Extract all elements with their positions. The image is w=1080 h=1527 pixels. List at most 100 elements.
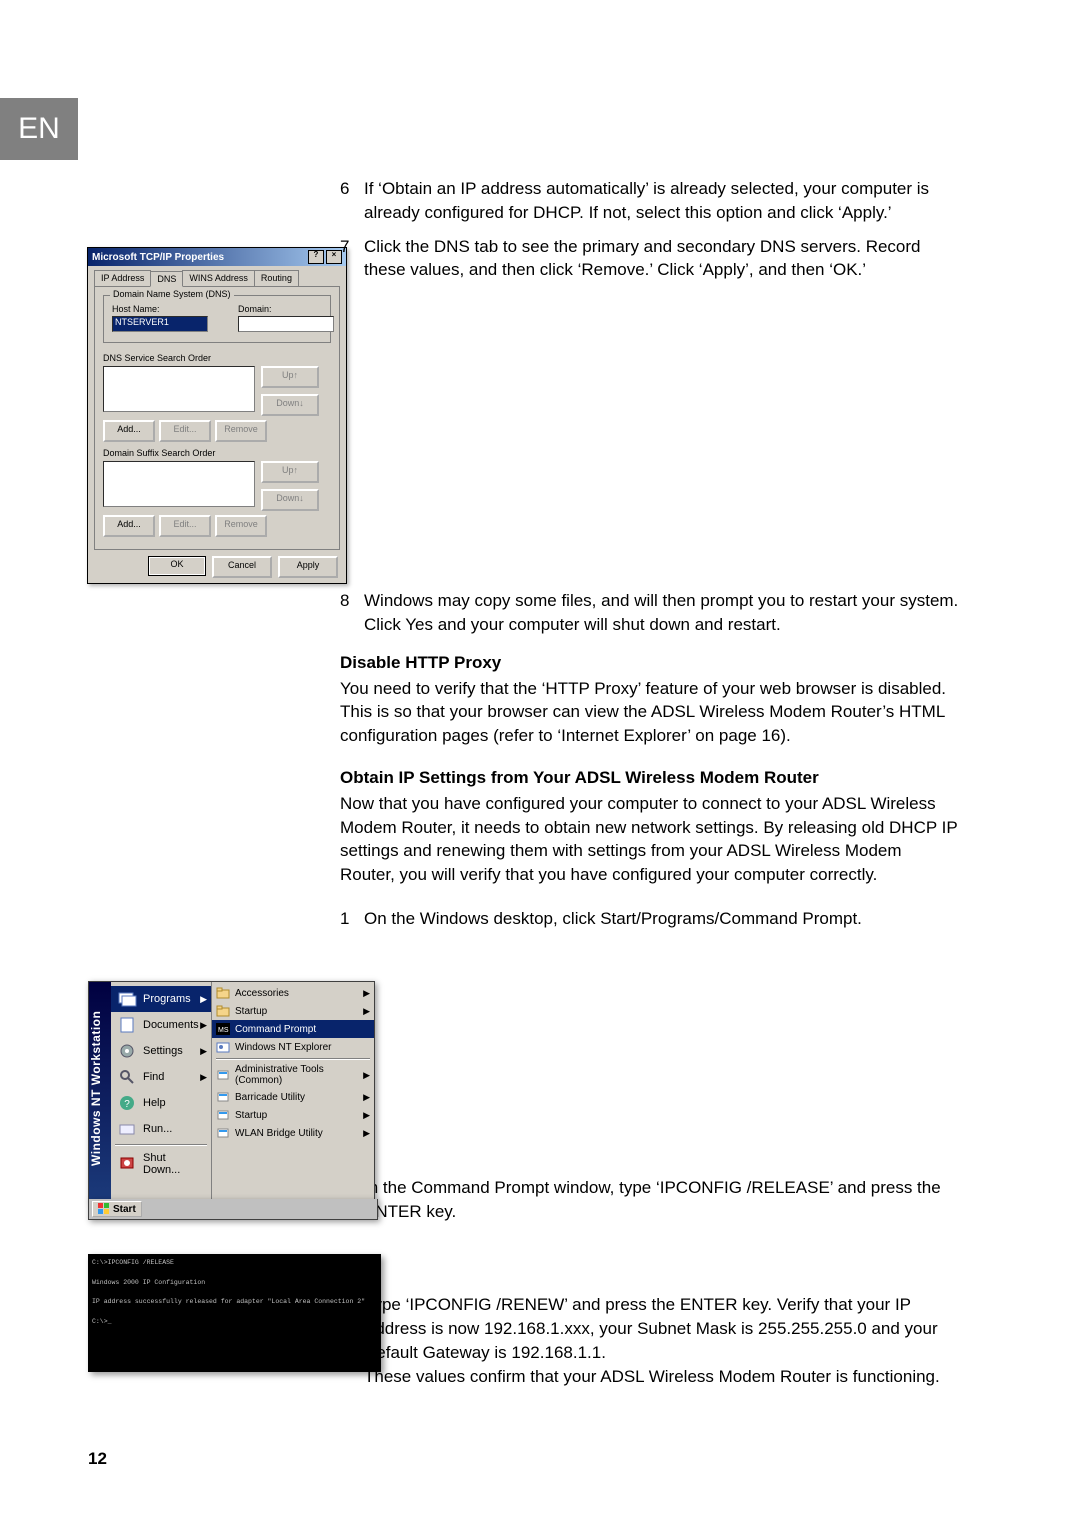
dns-remove-button[interactable]: Remove xyxy=(215,420,267,442)
dns-order-label: DNS Service Search Order xyxy=(103,353,331,363)
explorer-icon xyxy=(216,1040,230,1054)
menu-item-label: Programs xyxy=(143,993,191,1005)
start-menu-screenshot: Windows NT Workstation Programs▶Document… xyxy=(88,981,375,1201)
start-menu-item[interactable]: Programs▶ xyxy=(111,986,211,1012)
suffix-down-button[interactable]: Down↓ xyxy=(261,489,319,511)
start-menu-item[interactable]: Documents▶ xyxy=(111,1012,211,1038)
dns-down-button[interactable]: Down↓ xyxy=(261,394,319,416)
step-text: If ‘Obtain an IP address automatically’ … xyxy=(364,177,960,225)
start-button-label: Start xyxy=(113,1204,136,1215)
tab-dns[interactable]: DNS xyxy=(150,271,183,287)
submenu-arrow-icon: ▶ xyxy=(200,1020,207,1031)
start-menu-banner: Windows NT Workstation xyxy=(89,982,111,1200)
body-text-column: 6 If ‘Obtain an IP address automatically… xyxy=(340,177,960,1399)
language-tab: EN xyxy=(0,98,78,160)
step-text: On the Windows desktop, click Start/Prog… xyxy=(364,907,960,931)
menu-item-label: Shut Down... xyxy=(143,1152,205,1176)
step-b3: 3 Type ‘IPCONFIG /RENEW’ and press the E… xyxy=(340,1293,960,1388)
heading-disable-proxy: Disable HTTP Proxy xyxy=(340,651,960,675)
tab-panel-dns: Domain Name System (DNS) Host Name: NTSE… xyxy=(94,286,340,550)
menu-item-label: Administrative Tools (Common) xyxy=(235,1064,370,1086)
dns-edit-button[interactable]: Edit... xyxy=(159,420,211,442)
step-number: 8 xyxy=(340,589,364,637)
programs-submenu-item[interactable]: MSCommand Prompt xyxy=(212,1020,374,1038)
step-number: 1 xyxy=(340,907,364,931)
step-b2: 2 In the Command Prompt window, type ‘IP… xyxy=(340,1176,960,1224)
menu-item-label: Barricade Utility xyxy=(235,1092,305,1103)
menu-item-label: Windows NT Explorer xyxy=(235,1042,332,1053)
menu-item-label: Run... xyxy=(143,1123,172,1135)
suffix-up-button[interactable]: Up↑ xyxy=(261,461,319,483)
msdos-icon: MS xyxy=(216,1022,230,1036)
menu-separator xyxy=(115,1144,207,1146)
taskbar: Start xyxy=(88,1199,378,1220)
submenu-arrow-icon: ▶ xyxy=(363,1006,370,1017)
submenu-arrow-icon: ▶ xyxy=(200,1072,207,1083)
suffix-order-label: Domain Suffix Search Order xyxy=(103,448,331,458)
start-menu-item[interactable]: Settings▶ xyxy=(111,1038,211,1064)
suffix-add-button[interactable]: Add... xyxy=(103,515,155,537)
programs-submenu-item[interactable]: Accessories▶ xyxy=(212,984,374,1002)
svg-text:?: ? xyxy=(124,1099,130,1110)
cancel-button[interactable]: Cancel xyxy=(212,556,272,578)
step-6: 6 If ‘Obtain an IP address automatically… xyxy=(340,177,960,225)
command-prompt-screenshot: C:\>IPCONFIG /RELEASE Windows 2000 IP Co… xyxy=(88,1254,381,1372)
start-menu-item[interactable]: Run... xyxy=(111,1116,211,1142)
start-menu-col1: Programs▶Documents▶Settings▶Find▶?HelpRu… xyxy=(111,982,212,1200)
help-icon[interactable]: ? xyxy=(308,250,324,264)
start-menu-item[interactable]: ? Help xyxy=(111,1090,211,1116)
menu-item-label: WLAN Bridge Utility xyxy=(235,1128,323,1139)
dialog-footer: OK Cancel Apply xyxy=(88,556,346,586)
host-name-label: Host Name: xyxy=(112,304,208,314)
dialog-titlebar: Microsoft TCP/IP Properties ? × xyxy=(88,248,346,266)
programs-submenu-item[interactable]: Startup▶ xyxy=(212,1106,374,1124)
start-menu-col2: Accessories▶Startup▶MSCommand PromptWind… xyxy=(212,982,374,1200)
step-text: Type ‘IPCONFIG /RENEW’ and press the ENT… xyxy=(364,1293,960,1388)
dns-up-button[interactable]: Up↑ xyxy=(261,366,319,388)
programs-submenu-item[interactable]: Barricade Utility▶ xyxy=(212,1088,374,1106)
dns-add-button[interactable]: Add... xyxy=(103,420,155,442)
submenu-arrow-icon: ▶ xyxy=(363,1128,370,1139)
programs-submenu-item[interactable]: WLAN Bridge Utility ▶ xyxy=(212,1124,374,1142)
dialog-title: Microsoft TCP/IP Properties xyxy=(92,252,224,263)
programs-submenu-item[interactable]: Windows NT Explorer xyxy=(212,1038,374,1056)
programs-submenu-item[interactable]: Administrative Tools (Common)▶ xyxy=(212,1062,374,1088)
tab-wins[interactable]: WINS Address xyxy=(182,270,255,286)
prog-icon xyxy=(216,1108,230,1122)
windows-logo-icon xyxy=(98,1203,110,1215)
step-number: 7 xyxy=(340,235,364,283)
domain-label: Domain: xyxy=(238,304,334,314)
start-menu-shutdown[interactable]: Shut Down... xyxy=(111,1148,211,1180)
tab-row: IP Address DNS WINS Address Routing xyxy=(88,266,346,286)
apply-button[interactable]: Apply xyxy=(278,556,338,578)
dns-order-list[interactable] xyxy=(103,366,255,412)
programs-submenu-item[interactable]: Startup▶ xyxy=(212,1002,374,1020)
tab-routing[interactable]: Routing xyxy=(254,270,299,286)
menu-separator xyxy=(216,1058,370,1060)
domain-input[interactable] xyxy=(238,316,334,332)
group-dns: Domain Name System (DNS) Host Name: NTSE… xyxy=(103,295,331,343)
start-button[interactable]: Start xyxy=(92,1201,142,1217)
window-controls: ? × xyxy=(308,250,342,264)
step-number: 6 xyxy=(340,177,364,225)
group-dns-title: Domain Name System (DNS) xyxy=(110,289,234,299)
menu-item-label: Help xyxy=(143,1097,166,1109)
step-8: 8 Windows may copy some files, and will … xyxy=(340,589,960,637)
tab-ipaddress[interactable]: IP Address xyxy=(94,270,151,286)
para-obtain-ip: Now that you have configured your comput… xyxy=(340,792,960,887)
start-menu-item[interactable]: Find▶ xyxy=(111,1064,211,1090)
para-disable-proxy: You need to verify that the ‘HTTP Proxy’… xyxy=(340,677,960,748)
menu-item-label: Documents xyxy=(143,1019,199,1031)
page-number: 12 xyxy=(88,1449,107,1469)
ok-button[interactable]: OK xyxy=(148,556,206,576)
settings-icon xyxy=(117,1042,137,1060)
step-text: Click the DNS tab to see the primary and… xyxy=(364,235,960,283)
programs-icon xyxy=(117,990,137,1008)
host-name-input[interactable]: NTSERVER1 xyxy=(112,316,208,332)
menu-item-label: Startup xyxy=(235,1110,267,1121)
prog-icon xyxy=(216,1126,230,1140)
suffix-order-list[interactable] xyxy=(103,461,255,507)
suffix-edit-button[interactable]: Edit... xyxy=(159,515,211,537)
step-text: In the Command Prompt window, type ‘IPCO… xyxy=(364,1176,960,1224)
suffix-remove-button[interactable]: Remove xyxy=(215,515,267,537)
